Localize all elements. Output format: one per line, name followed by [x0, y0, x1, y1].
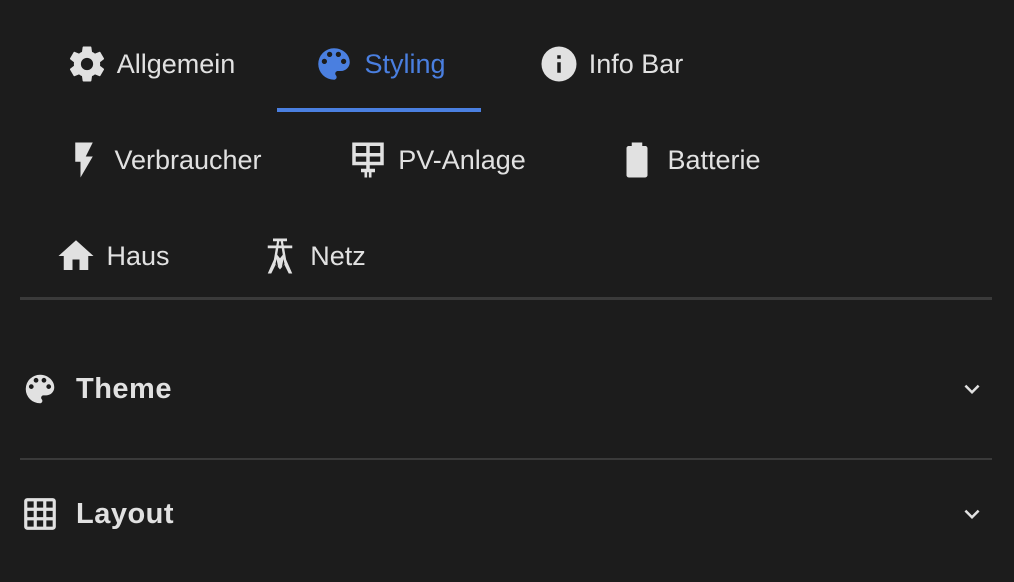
tab-netz[interactable]: Netz	[250, 208, 374, 304]
section-title: Layout	[76, 497, 175, 530]
tab-label: Styling	[364, 48, 446, 79]
tab-verbraucher[interactable]: Verbraucher	[44, 112, 280, 208]
grid-icon	[20, 494, 60, 534]
lightning-icon	[62, 138, 106, 182]
palette-icon	[20, 369, 60, 409]
tab-info-bar[interactable]: Info Bar	[510, 16, 710, 112]
tab-styling[interactable]: Styling	[277, 16, 481, 112]
tab-label: Allgemein	[116, 48, 236, 79]
info-icon	[537, 42, 581, 86]
tab-pv-anlage[interactable]: PV-Anlage	[336, 112, 536, 208]
tab-label: PV-Anlage	[398, 144, 526, 175]
section-layout[interactable]: Layout	[20, 452, 992, 576]
chevron-down-icon[interactable]	[952, 369, 992, 409]
transmission-tower-icon	[258, 234, 302, 278]
section-title: Theme	[76, 372, 172, 405]
tab-label: Info Bar	[588, 48, 684, 79]
tab-label: Verbraucher	[114, 144, 262, 175]
palette-icon	[312, 42, 356, 86]
solar-panel-icon	[346, 138, 390, 182]
chevron-down-icon[interactable]	[952, 494, 992, 534]
tab-haus[interactable]: Haus	[44, 208, 180, 304]
tab-batterie[interactable]: Batterie	[608, 112, 768, 208]
tab-label: Batterie	[667, 144, 761, 175]
tab-label: Haus	[106, 240, 170, 271]
tab-label: Netz	[310, 240, 366, 271]
section-theme[interactable]: Theme	[20, 327, 992, 451]
tabs-divider	[20, 297, 992, 300]
gear-icon	[65, 42, 109, 86]
home-icon	[54, 234, 98, 278]
battery-icon	[615, 138, 659, 182]
tab-allgemein[interactable]: Allgemein	[32, 16, 268, 112]
